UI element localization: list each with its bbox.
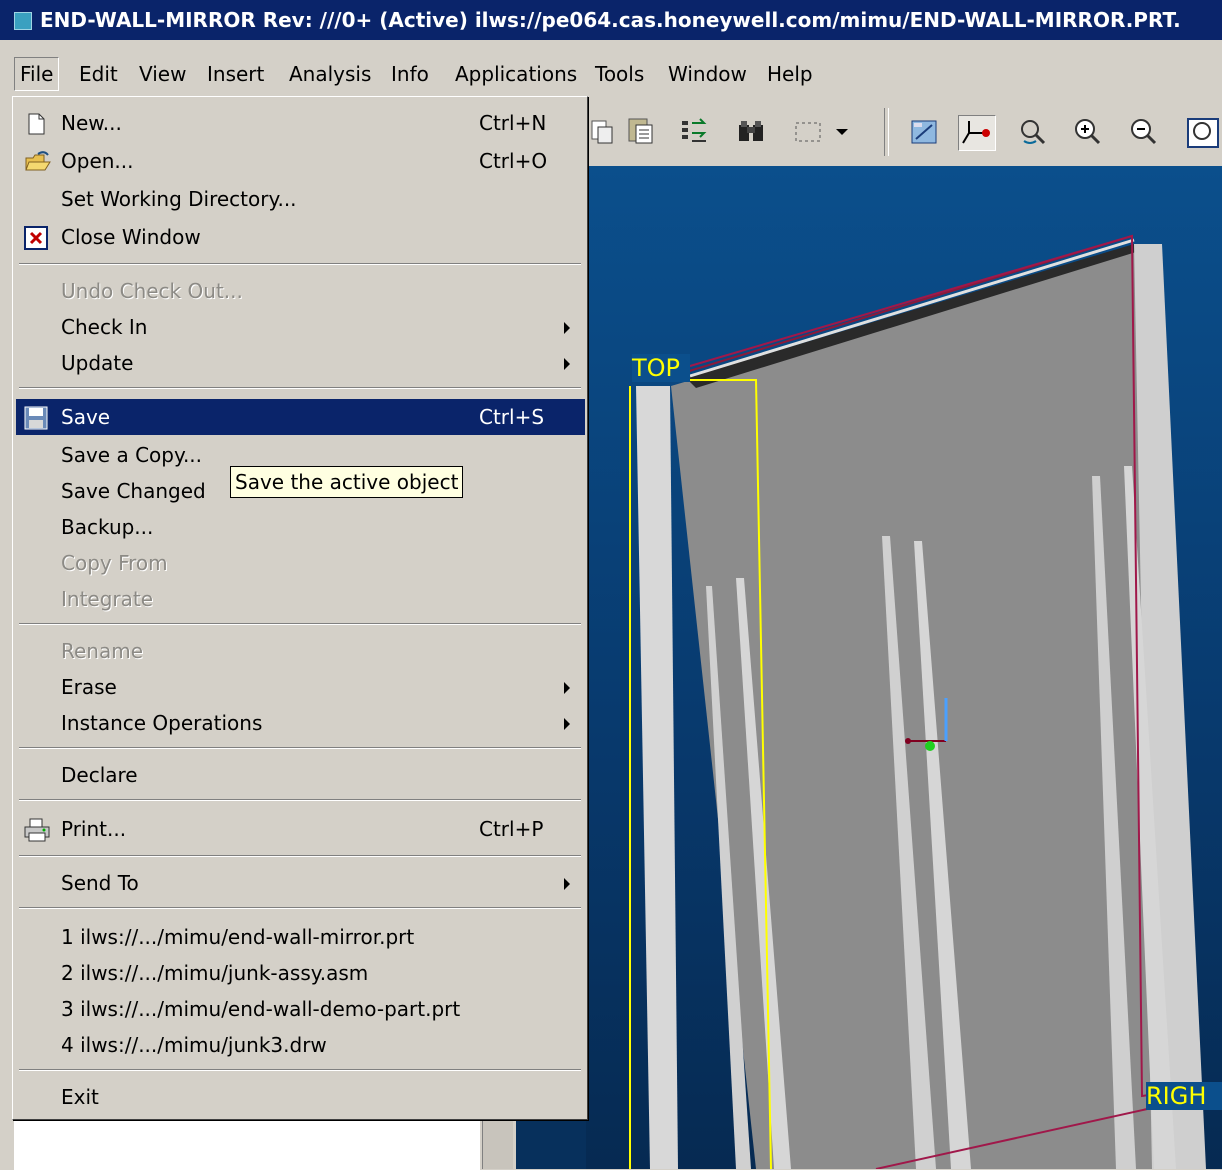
tooltip: Save the active object bbox=[230, 466, 464, 498]
submenu-arrow-icon bbox=[564, 322, 570, 334]
menu-analysis[interactable]: Analysis bbox=[284, 58, 376, 90]
selection-box-icon[interactable] bbox=[790, 115, 826, 149]
orient-mode-icon[interactable] bbox=[1016, 115, 1052, 149]
model-tree-list[interactable] bbox=[14, 1120, 480, 1170]
submenu-arrow-icon bbox=[564, 878, 570, 890]
menu-item-save[interactable]: Save Ctrl+S bbox=[16, 399, 585, 435]
menu-item-exit[interactable]: Exit bbox=[16, 1079, 585, 1115]
menu-bar: File Edit View Insert Analysis Info Appl… bbox=[0, 40, 1222, 98]
part-model bbox=[629, 234, 1207, 1169]
submenu-arrow-icon bbox=[564, 358, 570, 370]
menu-separator bbox=[19, 263, 581, 265]
model-tree-scrollbar[interactable] bbox=[482, 1112, 513, 1169]
find-icon[interactable] bbox=[734, 115, 770, 149]
close-window-icon bbox=[24, 225, 48, 250]
datum-label-top: TOP bbox=[632, 354, 690, 382]
repaint-icon[interactable] bbox=[906, 115, 942, 149]
menu-tools[interactable]: Tools bbox=[590, 58, 649, 90]
graphics-viewport[interactable] bbox=[586, 166, 1222, 1169]
menu-item-backup[interactable]: Backup... bbox=[16, 509, 585, 545]
paste-special-icon[interactable] bbox=[624, 115, 660, 149]
menu-separator bbox=[19, 799, 581, 801]
datum-label-right: RIGH bbox=[1146, 1082, 1222, 1110]
file-menu: New... Ctrl+N Open... Ctrl+O Set Working… bbox=[12, 96, 588, 1120]
printer-icon bbox=[24, 817, 50, 842]
menu-help[interactable]: Help bbox=[762, 58, 818, 90]
menu-item-close-window[interactable]: Close Window bbox=[16, 219, 585, 255]
menu-item-print[interactable]: Print... Ctrl+P bbox=[16, 811, 585, 847]
zoom-in-icon[interactable] bbox=[1070, 115, 1106, 149]
menu-item-open[interactable]: Open... Ctrl+O bbox=[16, 143, 585, 179]
menu-view[interactable]: View bbox=[134, 58, 191, 90]
menu-item-set-working-directory[interactable]: Set Working Directory... bbox=[16, 181, 585, 217]
menu-item-instance-operations[interactable]: Instance Operations bbox=[16, 705, 585, 741]
menu-applications[interactable]: Applications bbox=[450, 58, 582, 90]
menu-separator bbox=[19, 623, 581, 625]
menu-item-send-to[interactable]: Send To bbox=[16, 865, 585, 901]
menu-separator bbox=[19, 1069, 581, 1071]
menu-window[interactable]: Window bbox=[663, 58, 752, 90]
menu-insert[interactable]: Insert bbox=[202, 58, 269, 90]
regenerate-icon[interactable] bbox=[678, 115, 714, 149]
menu-item-new[interactable]: New... Ctrl+N bbox=[16, 105, 585, 141]
menu-item-recent-file-2[interactable]: 2 ilws://.../mimu/junk-assy.asm bbox=[16, 955, 585, 991]
menu-file[interactable]: File bbox=[14, 57, 60, 91]
menu-item-update[interactable]: Update bbox=[16, 345, 585, 381]
spin-center-icon[interactable] bbox=[958, 115, 996, 151]
title-bar[interactable]: END-WALL-MIRROR Rev: ///0+ (Active) ilws… bbox=[0, 0, 1222, 40]
toolbar-separator bbox=[884, 108, 889, 156]
menu-separator bbox=[19, 747, 581, 749]
menu-item-recent-file-1[interactable]: 1 ilws://.../mimu/end-wall-mirror.prt bbox=[16, 919, 585, 955]
toolbar bbox=[586, 98, 1222, 166]
menu-info[interactable]: Info bbox=[386, 58, 434, 90]
submenu-arrow-icon bbox=[564, 682, 570, 694]
submenu-arrow-icon bbox=[564, 718, 570, 730]
app-icon bbox=[14, 12, 32, 30]
menu-item-check-in[interactable]: Check In bbox=[16, 309, 585, 345]
open-folder-icon bbox=[24, 149, 51, 173]
menu-item-recent-file-4[interactable]: 4 ilws://.../mimu/junk3.drw bbox=[16, 1027, 585, 1063]
menu-item-copy-from[interactable]: Copy From bbox=[16, 545, 585, 581]
menu-separator bbox=[19, 387, 581, 389]
menu-item-undo-check-out[interactable]: Undo Check Out... bbox=[16, 273, 585, 309]
menu-item-integrate[interactable]: Integrate bbox=[16, 581, 585, 617]
menu-separator bbox=[19, 907, 581, 909]
menu-separator bbox=[19, 855, 581, 857]
new-file-icon bbox=[24, 111, 48, 135]
menu-item-declare[interactable]: Declare bbox=[16, 757, 585, 793]
menu-edit[interactable]: Edit bbox=[74, 58, 123, 90]
window-title: END-WALL-MIRROR Rev: ///0+ (Active) ilws… bbox=[40, 8, 1181, 32]
paste-icon[interactable] bbox=[586, 115, 622, 149]
menu-item-recent-file-3[interactable]: 3 ilws://.../mimu/end-wall-demo-part.prt bbox=[16, 991, 585, 1027]
refit-icon[interactable] bbox=[1184, 115, 1220, 149]
menu-item-rename[interactable]: Rename bbox=[16, 633, 585, 669]
menu-item-erase[interactable]: Erase bbox=[16, 669, 585, 705]
save-disk-icon bbox=[24, 405, 48, 430]
dropdown-arrow-icon[interactable] bbox=[830, 115, 854, 149]
zoom-out-icon[interactable] bbox=[1126, 115, 1162, 149]
